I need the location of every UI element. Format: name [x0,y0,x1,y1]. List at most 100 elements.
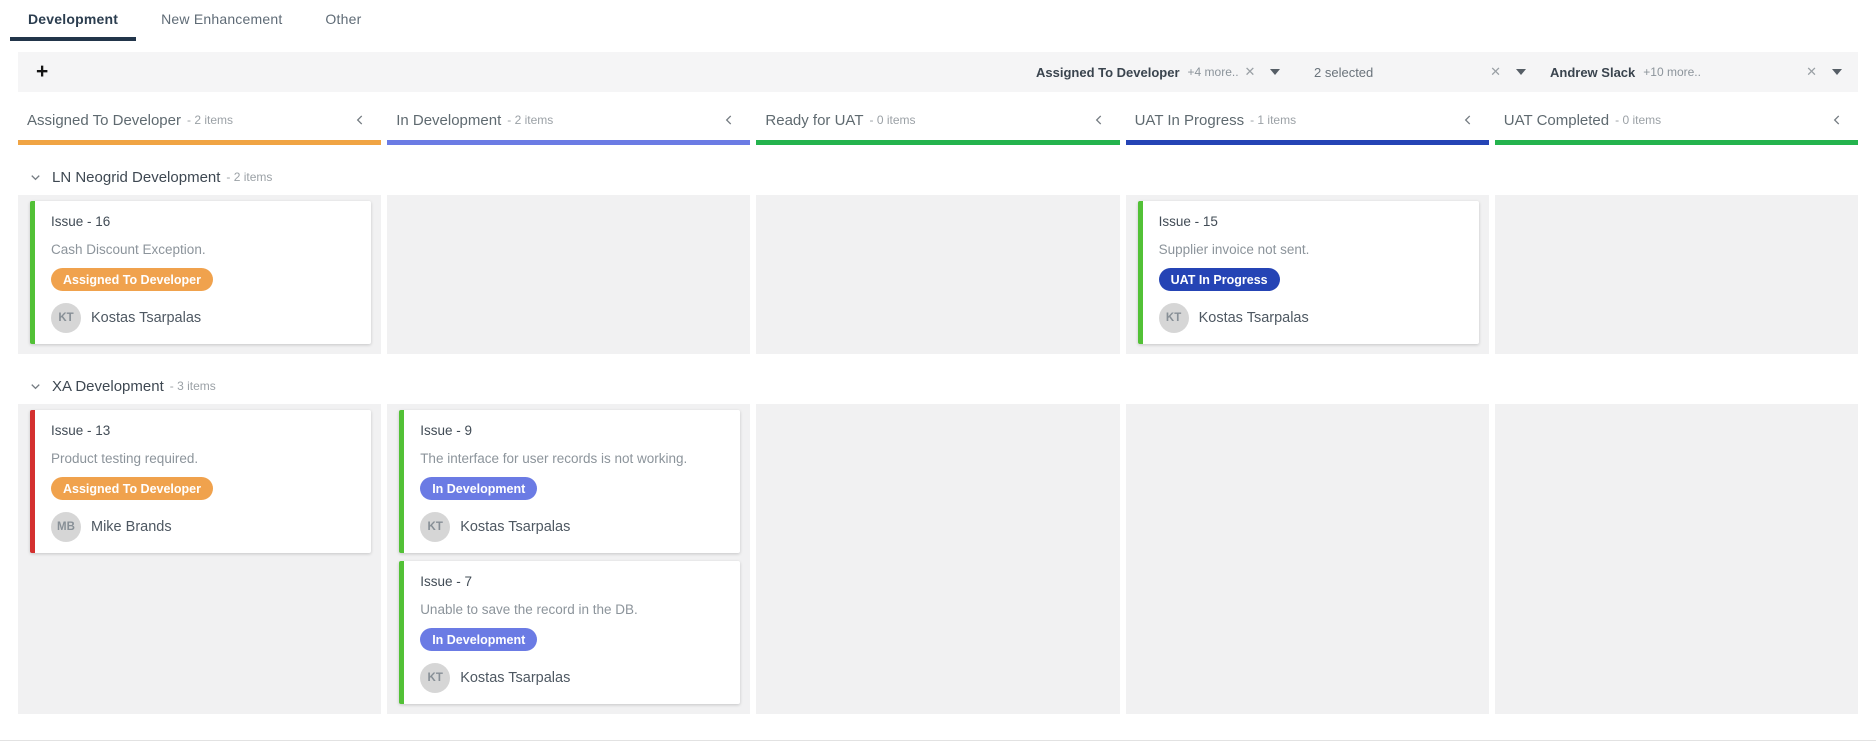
column-name: Assigned To Developer [27,112,181,129]
swimlane-title: LN Neogrid Development [52,169,220,186]
issue-id: Issue - 9 [420,423,726,438]
filter-label: Andrew Slack [1550,65,1635,80]
column-headers: Assigned To Developer - 2 items In Devel… [18,92,1858,145]
avatar-initials: KT [58,312,73,324]
tab-new-enhancement[interactable]: New Enhancement [143,0,300,41]
add-card-button[interactable]: + [32,62,52,82]
assignee-name: Kostas Tsarpalas [91,310,201,326]
board-cell: Issue - 9 The interface for user records… [387,404,750,714]
board-cell [1126,404,1489,714]
avatar-initials: KT [428,521,443,533]
issue-description: Cash Discount Exception. [51,242,357,257]
avatar: KT [1159,303,1189,333]
dropdown-caret-icon[interactable] [1270,69,1280,75]
column-name: In Development [396,112,501,129]
chevron-down-icon[interactable] [28,379,43,394]
tab-other[interactable]: Other [307,0,379,41]
collapse-column-icon[interactable] [353,113,367,127]
assignee-row: KT Kostas Tsarpalas [420,512,726,542]
assignee-row: MB Mike Brands [51,512,357,542]
column-header-uat-completed: UAT Completed - 0 items [1495,92,1858,145]
filter-assignee-dropdown[interactable]: Andrew Slack +10 more.. ✕ [1550,64,1842,80]
issue-id: Issue - 15 [1159,214,1465,229]
avatar: KT [420,512,450,542]
column-count: - 2 items [507,113,553,127]
swimlane-row: Issue - 16 Cash Discount Exception. Assi… [18,195,1858,354]
filter-label: Assigned To Developer [1036,65,1180,80]
status-badge: In Development [420,477,537,500]
issue-id: Issue - 7 [420,574,726,589]
column-color-bar [1126,140,1489,145]
active-tab-underline [10,37,136,41]
column-count: - 2 items [187,113,233,127]
collapse-column-icon[interactable] [1830,113,1844,127]
swimlane-row: Issue - 13 Product testing required. Ass… [18,404,1858,714]
avatar: KT [51,303,81,333]
board-toolbar: + Assigned To Developer +4 more.. ✕ 2 se… [18,52,1858,92]
chevron-down-icon[interactable] [28,170,43,185]
column-color-bar [756,140,1119,145]
issue-card-13[interactable]: Issue - 13 Product testing required. Ass… [30,410,371,553]
board-cell: Issue - 13 Product testing required. Ass… [18,404,381,714]
clear-filter-icon[interactable]: ✕ [1806,64,1817,80]
board-cell: Issue - 16 Cash Discount Exception. Assi… [18,195,381,354]
swimlane-header-xa-development: XA Development - 3 items [18,374,1858,398]
assignee-name: Mike Brands [91,519,172,535]
column-color-bar [18,140,381,145]
tab-label: Development [28,11,118,27]
kanban-board: Assigned To Developer - 2 items In Devel… [18,92,1858,714]
board-cell: Issue - 15 Supplier invoice not sent. UA… [1126,195,1489,354]
column-count: - 1 items [1250,113,1296,127]
swimlane-title: XA Development [52,378,164,395]
filter-label: 2 selected [1314,65,1373,80]
issue-card-15[interactable]: Issue - 15 Supplier invoice not sent. UA… [1138,201,1479,344]
filter-more-label: +4 more.. [1188,65,1239,79]
column-header-assigned-to-developer: Assigned To Developer - 2 items [18,92,381,145]
dropdown-caret-icon[interactable] [1832,69,1842,75]
avatar: MB [51,512,81,542]
column-color-bar [387,140,750,145]
issue-id: Issue - 16 [51,214,357,229]
assignee-row: KT Kostas Tsarpalas [1159,303,1465,333]
dropdown-caret-icon[interactable] [1516,69,1526,75]
column-header-ready-for-uat: Ready for UAT - 0 items [756,92,1119,145]
collapse-column-icon[interactable] [1092,113,1106,127]
status-badge: Assigned To Developer [51,268,213,291]
swimlane-count: - 2 items [226,170,272,184]
add-icon: + [36,60,48,83]
issue-description: Supplier invoice not sent. [1159,242,1465,257]
column-count: - 0 items [1615,113,1661,127]
issue-card-9[interactable]: Issue - 9 The interface for user records… [399,410,740,553]
filter-selected-dropdown[interactable]: 2 selected ✕ [1314,64,1526,80]
issue-card-7[interactable]: Issue - 7 Unable to save the record in t… [399,561,740,704]
issue-description: Product testing required. [51,451,357,466]
collapse-column-icon[interactable] [1461,113,1475,127]
bottom-divider [0,740,1876,741]
column-header-in-development: In Development - 2 items [387,92,750,145]
assignee-name: Kostas Tsarpalas [1199,310,1309,326]
assignee-name: Kostas Tsarpalas [460,519,570,535]
clear-filter-icon[interactable]: ✕ [1245,64,1256,80]
toolbar-filters: Assigned To Developer +4 more.. ✕ 2 sele… [1036,64,1842,80]
issue-id: Issue - 13 [51,423,357,438]
assignee-name: Kostas Tsarpalas [460,670,570,686]
column-name: UAT Completed [1504,112,1609,129]
board-cell [1495,404,1858,714]
status-badge: Assigned To Developer [51,477,213,500]
column-name: Ready for UAT [765,112,863,129]
tab-development[interactable]: Development [10,0,136,41]
issue-description: Unable to save the record in the DB. [420,602,726,617]
filter-status-dropdown[interactable]: Assigned To Developer +4 more.. ✕ [1036,64,1290,80]
collapse-column-icon[interactable] [722,113,736,127]
column-count: - 0 items [869,113,915,127]
clear-filter-icon[interactable]: ✕ [1490,64,1501,80]
column-name: UAT In Progress [1135,112,1244,129]
avatar-initials: KT [1166,312,1181,324]
tab-label: New Enhancement [161,11,282,27]
board-cell [756,404,1119,714]
swimlane-header-ln-neogrid: LN Neogrid Development - 2 items [18,165,1858,189]
issue-card-16[interactable]: Issue - 16 Cash Discount Exception. Assi… [30,201,371,344]
avatar: KT [420,663,450,693]
column-header-uat-in-progress: UAT In Progress - 1 items [1126,92,1489,145]
avatar-initials: KT [428,672,443,684]
